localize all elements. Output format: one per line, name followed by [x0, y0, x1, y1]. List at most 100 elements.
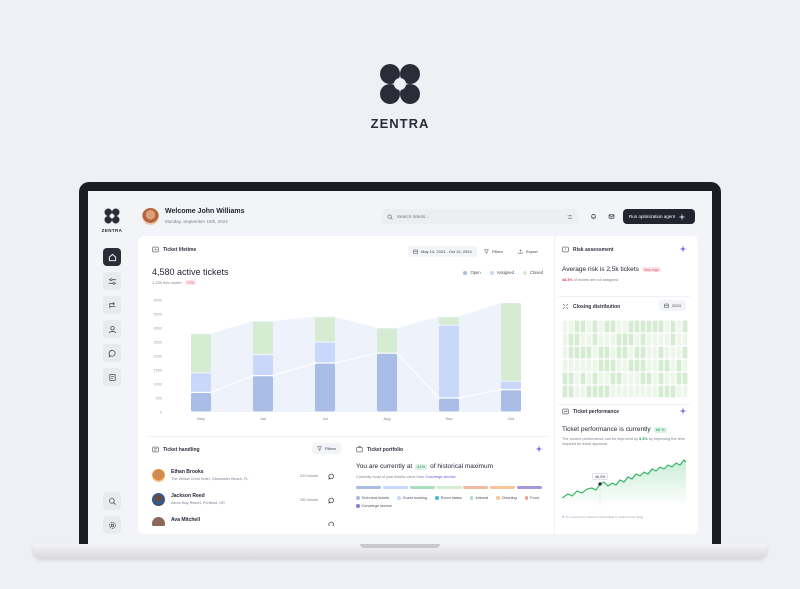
legend-label: Concierge service [361, 504, 392, 508]
home-icon [108, 253, 116, 261]
export-button[interactable]: Export [513, 246, 543, 257]
closing-cell [634, 346, 640, 359]
sidebar-search-button[interactable] [103, 492, 121, 510]
legend-label: Cleaning [501, 496, 517, 500]
handling-filters-button[interactable]: Filters [312, 443, 341, 454]
chat-icon[interactable] [328, 497, 335, 504]
search-input[interactable] [397, 214, 567, 219]
closing-cell [658, 333, 664, 346]
bar-closed [253, 321, 273, 354]
closing-cell [676, 346, 682, 359]
x-tick-label: Sep [445, 416, 453, 421]
sidebar-item-users[interactable] [103, 320, 121, 338]
closing-cell [652, 346, 658, 359]
chart-icon [152, 246, 159, 253]
list-item[interactable]: Ava Mitchell [152, 516, 339, 526]
closing-cell [664, 333, 670, 346]
closing-cell [574, 372, 580, 385]
handler-address: Azure Bay Resort, Portland, OR [171, 501, 225, 505]
legend-label: Internal [475, 496, 489, 500]
list-item[interactable]: Jackson Reed Azure Bay Resort, Portland,… [152, 492, 339, 512]
list-item[interactable]: Ethan Brooks The Willow Crest Hotel, Cle… [152, 468, 339, 488]
closing-cell [616, 346, 622, 359]
closing-distribution-grid [562, 320, 688, 398]
user-avatar[interactable] [142, 208, 159, 225]
closing-year-picker[interactable]: 2024 [659, 300, 686, 311]
closing-cell [562, 359, 568, 372]
ticket-handling-card: Ticket handling Filters Ethan Brooks The… [152, 443, 342, 534]
closing-cell [598, 320, 604, 333]
portfolio-legend-item: Guest booking [397, 496, 427, 500]
closing-cell [568, 372, 574, 385]
export-label: Export [526, 249, 538, 254]
sidebar-settings-button[interactable] [103, 516, 121, 534]
closing-cell [568, 333, 574, 346]
closing-cell [586, 372, 592, 385]
legend-closed-label: Closed [529, 270, 543, 275]
closing-cell [574, 320, 580, 333]
closing-cell [580, 372, 586, 385]
chat-icon[interactable] [328, 521, 335, 526]
risk-headline-text: Average risk is 2,5k tickets [562, 266, 639, 273]
handling-filters-label: Filters [325, 446, 336, 451]
closing-cell [628, 320, 634, 333]
bar-assigned [501, 381, 521, 389]
portfolio-bar-segment [409, 486, 435, 489]
app-screen: ZENTRA Welcome John Williams Monday, Sep [88, 191, 712, 544]
legend-label: Room status [440, 496, 462, 500]
performance-marker[interactable] [598, 482, 602, 486]
sidebar-item-home[interactable] [103, 248, 121, 266]
closing-cell [568, 320, 574, 333]
ticket-portfolio-header: Ticket portfolio [356, 446, 548, 453]
chat-icon[interactable] [328, 473, 335, 480]
ticket-portfolio-title: Ticket portfolio [367, 446, 404, 453]
closing-cell [676, 320, 682, 333]
notifications-button[interactable] [586, 209, 601, 224]
closing-cell [634, 372, 640, 385]
sidebar-item-reports[interactable] [103, 368, 121, 386]
y-tick-label: 1000 [154, 382, 162, 386]
sparkle-icon[interactable] [535, 445, 543, 453]
legend-label: Technical tickets [361, 496, 390, 500]
closing-cell [682, 346, 688, 359]
closing-cell [586, 333, 592, 346]
sidebar-item-chat[interactable] [103, 344, 121, 362]
sidebar-item-filters[interactable] [103, 272, 121, 290]
section-divider [148, 436, 548, 437]
closing-cell [628, 346, 634, 359]
portfolio-bar-segment [382, 486, 409, 489]
closing-cell [652, 372, 658, 385]
closing-cell [646, 333, 652, 346]
portfolio-legend-item: Internal [469, 496, 489, 500]
legend-open-label: Open [470, 270, 481, 275]
closing-cell [622, 333, 628, 346]
sparkle-icon[interactable] [679, 407, 687, 415]
date-range-picker[interactable]: May 14, 2024 - Oct 14, 2024 [408, 246, 477, 257]
closing-cell [610, 372, 616, 385]
y-tick-label: 3500 [154, 312, 162, 316]
lifetime-filters-button[interactable]: Filters [479, 246, 508, 257]
closing-cell [616, 385, 622, 398]
portfolio-source-link[interactable]: Concierge service [425, 475, 455, 479]
closing-cell [580, 359, 586, 372]
sidebar-item-routes[interactable] [103, 296, 121, 314]
messages-button[interactable] [604, 209, 619, 224]
closing-cell [646, 346, 652, 359]
run-optimization-button[interactable]: Run optimization agent [623, 209, 695, 224]
avatar [152, 469, 165, 482]
closing-cell [580, 346, 586, 359]
sparkle-icon[interactable] [679, 245, 687, 253]
filter-toggle-icon[interactable] [567, 214, 573, 220]
closing-cell [682, 359, 688, 372]
risk-subtext: 48.3% of tickets are not assigned [562, 278, 618, 282]
closing-cell [586, 320, 592, 333]
x-tick-label: Aug [383, 416, 390, 421]
closing-cell [652, 333, 658, 346]
sparkle-icon [678, 212, 686, 221]
closing-cell [676, 385, 682, 398]
closing-cell [628, 359, 634, 372]
closing-cell [574, 346, 580, 359]
chart-legend: Open Assigned Closed [463, 270, 543, 275]
closing-cell [682, 333, 688, 346]
closing-cell [682, 385, 688, 398]
